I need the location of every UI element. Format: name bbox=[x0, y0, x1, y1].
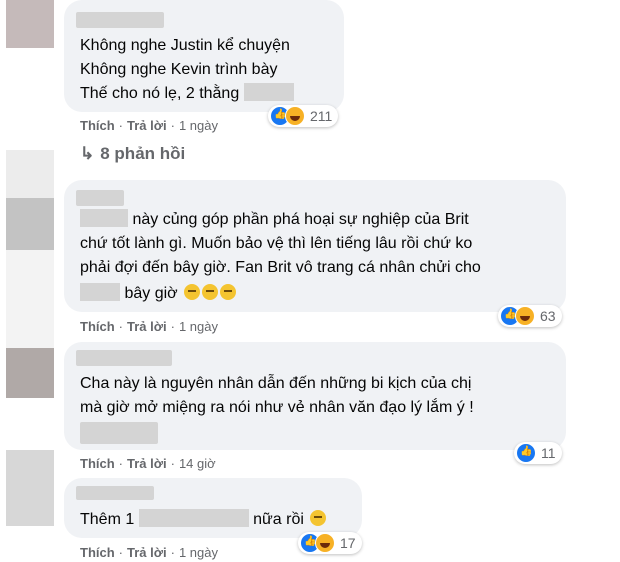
reaction-summary[interactable]: 11 bbox=[514, 442, 562, 464]
view-replies-link[interactable]: ↳ 8 phản hồi bbox=[80, 144, 185, 164]
timestamp[interactable]: 1 ngày bbox=[179, 319, 218, 334]
comment-actions: Thích · Trả lời · 1 ngày bbox=[80, 545, 218, 560]
haha-icon bbox=[285, 106, 305, 126]
avatar[interactable] bbox=[6, 348, 54, 398]
replies-count-label: 8 phản hồi bbox=[100, 144, 186, 163]
redacted-text bbox=[80, 422, 158, 444]
comment-actions: Thích · Trả lời · 1 ngày bbox=[80, 118, 218, 133]
reaction-count: 211 bbox=[310, 108, 333, 124]
redacted-text bbox=[243, 83, 294, 101]
timestamp[interactable]: 1 ngày bbox=[179, 118, 218, 133]
comment-actions: Thích · Trả lời · 1 ngày bbox=[80, 319, 218, 334]
reaction-summary[interactable]: 17 bbox=[298, 532, 362, 554]
comment-text-line: Cha này là nguyên nhân dẫn đến những bi … bbox=[80, 375, 472, 392]
like-button[interactable]: Thích bbox=[80, 456, 115, 471]
comment-text-line: phải đợi đến bây giờ. Fan Brit vô trang … bbox=[80, 259, 481, 276]
comment-text-line: Thế cho nó lẹ, 2 thằng bbox=[80, 82, 294, 106]
haha-icon bbox=[315, 533, 335, 553]
timestamp[interactable]: 14 giờ bbox=[179, 456, 216, 471]
sad-emoji-icon bbox=[310, 510, 327, 526]
like-button[interactable]: Thích bbox=[80, 545, 115, 560]
comment-text-line: Không nghe Kevin trình bày bbox=[80, 61, 278, 78]
pensive-emoji-icon bbox=[184, 284, 201, 300]
reaction-summary[interactable]: 211 bbox=[268, 105, 339, 127]
redacted-author-name bbox=[76, 12, 164, 28]
pensive-emoji-icon bbox=[220, 284, 237, 300]
redacted-text bbox=[138, 509, 249, 527]
redacted-author-name bbox=[76, 350, 172, 366]
reaction-summary[interactable]: 63 bbox=[498, 305, 562, 327]
avatar[interactable] bbox=[6, 198, 54, 250]
comment-text-line: Không nghe Justin kể chuyện bbox=[80, 37, 290, 54]
haha-icon bbox=[515, 306, 535, 326]
redacted-text bbox=[80, 209, 128, 227]
avatar[interactable] bbox=[6, 0, 54, 48]
comment-actions: Thích · Trả lời · 14 giờ bbox=[80, 456, 216, 471]
reply-button[interactable]: Trả lời bbox=[127, 545, 167, 560]
comment-text-line: bây giờ bbox=[80, 282, 237, 306]
avatar[interactable] bbox=[6, 450, 54, 526]
reaction-count: 11 bbox=[541, 445, 556, 461]
reply-button[interactable]: Trả lời bbox=[127, 319, 167, 334]
comment-text-line: chứ tốt lành gì. Muốn bảo vệ thì lên tiế… bbox=[80, 235, 473, 252]
like-icon bbox=[516, 443, 536, 463]
avatar bbox=[6, 250, 54, 348]
redacted-text bbox=[80, 283, 120, 301]
reaction-count: 17 bbox=[340, 535, 356, 551]
avatar bbox=[6, 150, 54, 198]
comment-text-line: Thêm 1 nữa rồi bbox=[80, 508, 327, 532]
comment-text-line: này củng góp phần phá hoại sự nghiệp của… bbox=[80, 208, 469, 232]
like-button[interactable]: Thích bbox=[80, 319, 115, 334]
comment-text-line: mà giờ mở miệng ra nói như vẻ nhân văn đ… bbox=[80, 399, 474, 416]
redacted-author-name bbox=[76, 190, 124, 206]
pensive-emoji-icon bbox=[202, 284, 219, 300]
reply-button[interactable]: Trả lời bbox=[127, 118, 167, 133]
redacted-author-name bbox=[76, 486, 154, 500]
reply-arrow-icon: ↳ bbox=[80, 144, 95, 163]
timestamp[interactable]: 1 ngày bbox=[179, 545, 218, 560]
like-button[interactable]: Thích bbox=[80, 118, 115, 133]
reaction-count: 63 bbox=[540, 308, 556, 324]
reply-button[interactable]: Trả lời bbox=[127, 456, 167, 471]
